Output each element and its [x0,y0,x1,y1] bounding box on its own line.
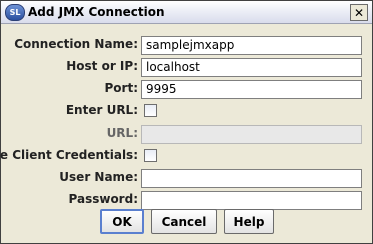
close-button[interactable]: ✕ [350,4,368,21]
enter-url-checkbox[interactable] [144,104,157,117]
password-label: Password: [68,192,139,206]
user-name-row: User Name: [1,169,372,188]
enter-url-row: Enter URL: [1,102,372,121]
port-input[interactable]: 9995 [141,80,362,99]
dialog-title: Add JMX Connection [28,5,165,19]
password-input[interactable] [141,191,362,210]
use-client-credentials-checkbox[interactable] [144,149,157,162]
close-icon: ✕ [353,5,365,20]
use-client-credentials-label: Use Client Credentials: [0,148,138,162]
port-label: Port: [104,81,139,95]
ok-button[interactable]: OK [100,209,144,234]
password-row: Password: [1,191,372,210]
connection-name-input[interactable]: samplejmxapp [141,36,362,55]
connection-name-row: Connection Name: samplejmxapp [1,36,372,55]
user-name-label: User Name: [59,170,138,184]
title-bar[interactable]: SL Add JMX Connection ✕ [1,1,372,24]
use-client-credentials-row: Use Client Credentials: [0,147,372,166]
cancel-button[interactable]: Cancel [151,209,217,234]
host-label: Host or IP: [66,59,138,73]
port-row: Port: 9995 [1,80,372,99]
url-label: URL: [106,126,138,140]
dialog-content: Connection Name: samplejmxapp Host or IP… [0,24,372,243]
add-jmx-connection-dialog: SL Add JMX Connection ✕ Connection Name:… [0,0,373,244]
connection-name-label: Connection Name: [14,37,138,51]
url-input[interactable] [141,125,362,144]
app-icon: SL [5,4,25,21]
user-name-input[interactable] [141,169,362,188]
host-row: Host or IP: localhost [1,58,372,77]
host-input[interactable]: localhost [141,58,362,77]
url-row: URL: [1,125,372,144]
help-button[interactable]: Help [224,209,274,234]
enter-url-label: Enter URL: [65,103,138,117]
